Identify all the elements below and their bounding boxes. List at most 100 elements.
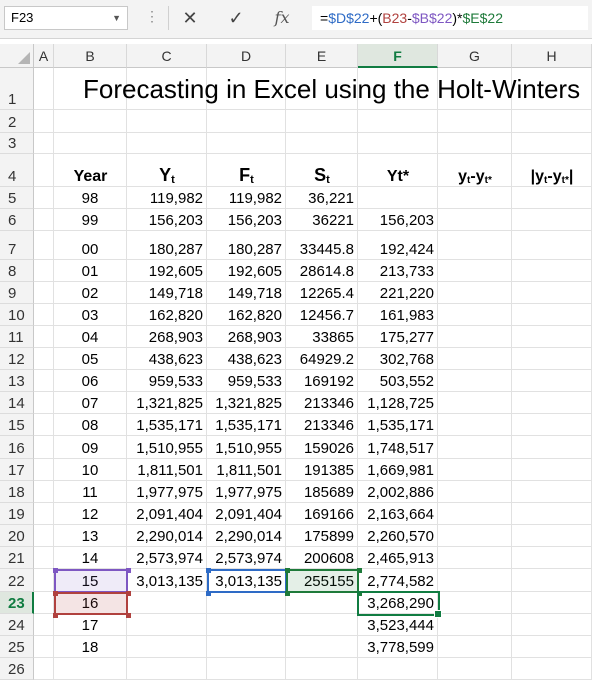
cell-year[interactable]: 05 xyxy=(54,348,127,370)
grid-cell[interactable] xyxy=(512,110,592,133)
grid-cell[interactable] xyxy=(127,133,207,154)
grid-cell[interactable] xyxy=(438,414,512,436)
row-header-8[interactable]: 8 xyxy=(0,260,34,282)
grid-cell[interactable] xyxy=(358,133,438,154)
grid-cell[interactable] xyxy=(286,636,358,658)
grid-cell[interactable] xyxy=(207,133,286,154)
cell-f[interactable]: 1,811,501 xyxy=(207,459,286,481)
grid-cell[interactable] xyxy=(34,260,54,282)
cell-ystar[interactable]: 175,277 xyxy=(358,326,438,348)
cell-s[interactable]: 159026 xyxy=(286,436,358,459)
grid-cell[interactable] xyxy=(512,459,592,481)
grid-cell[interactable] xyxy=(286,658,358,680)
grid-cell[interactable] xyxy=(438,304,512,326)
cell-ystar[interactable]: 156,203 xyxy=(358,209,438,231)
grid-cell[interactable] xyxy=(438,370,512,392)
cell-f[interactable]: 1,977,975 xyxy=(207,481,286,503)
chevron-down-icon[interactable]: ▼ xyxy=(112,7,121,29)
row-header-6[interactable]: 6 xyxy=(0,209,34,231)
cell-y[interactable]: 149,718 xyxy=(127,282,207,304)
row-header-17[interactable]: 17 xyxy=(0,459,34,481)
cell-ystar[interactable]: 3,268,290 xyxy=(358,592,438,614)
grid-cell[interactable] xyxy=(438,525,512,547)
row-header-19[interactable]: 19 xyxy=(0,503,34,525)
grid-cell[interactable] xyxy=(512,392,592,414)
grid-cell[interactable] xyxy=(34,503,54,525)
cell-f[interactable]: 268,903 xyxy=(207,326,286,348)
cell-s[interactable]: 33445.8 xyxy=(286,231,358,260)
cell-ystar[interactable]: 192,424 xyxy=(358,231,438,260)
cell-ystar[interactable]: 2,465,913 xyxy=(358,547,438,569)
cell-year[interactable]: 09 xyxy=(54,436,127,459)
cell-y[interactable]: 2,091,404 xyxy=(127,503,207,525)
grid-cell[interactable] xyxy=(512,326,592,348)
grid-cell[interactable] xyxy=(34,304,54,326)
grid-cell[interactable] xyxy=(438,231,512,260)
cell-s[interactable]: 169166 xyxy=(286,503,358,525)
grid-cell[interactable] xyxy=(34,569,54,592)
cell-f[interactable]: 149,718 xyxy=(207,282,286,304)
grid-cell[interactable] xyxy=(438,503,512,525)
row-header-12[interactable]: 12 xyxy=(0,348,34,370)
grid-cell[interactable] xyxy=(34,614,54,636)
grid-cell[interactable] xyxy=(512,282,592,304)
cell-y[interactable]: 3,013,135 xyxy=(127,569,207,592)
row-header-22[interactable]: 22 xyxy=(0,569,34,592)
cell-ystar[interactable]: 1,748,517 xyxy=(358,436,438,459)
grid-cell[interactable] xyxy=(127,658,207,680)
grid-cell[interactable] xyxy=(34,658,54,680)
column-header-b[interactable]: B xyxy=(54,44,127,68)
cell-year[interactable]: 16 xyxy=(54,592,127,614)
grid-cell[interactable] xyxy=(512,231,592,260)
grid-cell[interactable] xyxy=(512,658,592,680)
grid-cell[interactable] xyxy=(512,436,592,459)
cell-y[interactable]: 1,977,975 xyxy=(127,481,207,503)
grid-cell[interactable] xyxy=(34,68,54,110)
cell-year[interactable]: 14 xyxy=(54,547,127,569)
grid-cell[interactable] xyxy=(34,459,54,481)
cell-s[interactable]: 185689 xyxy=(286,481,358,503)
cell-year[interactable]: 11 xyxy=(54,481,127,503)
cell-year[interactable]: 17 xyxy=(54,614,127,636)
grid-cell[interactable] xyxy=(34,436,54,459)
grid-cell[interactable] xyxy=(512,370,592,392)
row-header-14[interactable]: 14 xyxy=(0,392,34,414)
grid-cell[interactable] xyxy=(34,592,54,614)
cell-ystar[interactable]: 2,002,886 xyxy=(358,481,438,503)
grid-cell[interactable] xyxy=(438,658,512,680)
grid-cell[interactable] xyxy=(34,154,54,187)
row-header-10[interactable]: 10 xyxy=(0,304,34,326)
cell-y[interactable]: 180,287 xyxy=(127,231,207,260)
grid-cell[interactable] xyxy=(512,209,592,231)
cell-f[interactable]: 162,820 xyxy=(207,304,286,326)
cell-ystar[interactable]: 2,260,570 xyxy=(358,525,438,547)
cancel-icon[interactable]: ✕ xyxy=(176,5,204,31)
cell-y[interactable]: 268,903 xyxy=(127,326,207,348)
cell-f[interactable]: 959,533 xyxy=(207,370,286,392)
grid-cell[interactable] xyxy=(358,658,438,680)
cell-ystar[interactable]: 2,774,582 xyxy=(358,569,438,592)
grid-cell[interactable] xyxy=(512,547,592,569)
row-header-11[interactable]: 11 xyxy=(0,326,34,348)
grid-cell[interactable] xyxy=(438,459,512,481)
grid-cell[interactable] xyxy=(438,481,512,503)
cell-f[interactable]: 2,290,014 xyxy=(207,525,286,547)
grid-cell[interactable] xyxy=(512,636,592,658)
cell-f[interactable]: 156,203 xyxy=(207,209,286,231)
row-header-2[interactable]: 2 xyxy=(0,110,34,133)
row-header-26[interactable]: 26 xyxy=(0,658,34,680)
grid-cell[interactable] xyxy=(512,569,592,592)
grid-cell[interactable] xyxy=(512,187,592,209)
cell-ystar[interactable]: 221,220 xyxy=(358,282,438,304)
cell-year[interactable]: 00 xyxy=(54,231,127,260)
grid-cell[interactable] xyxy=(438,614,512,636)
cell-f[interactable]: 1,535,171 xyxy=(207,414,286,436)
grid-cell[interactable] xyxy=(438,133,512,154)
cell-y[interactable]: 2,573,974 xyxy=(127,547,207,569)
grid-cell[interactable] xyxy=(438,592,512,614)
grid-cell[interactable] xyxy=(512,133,592,154)
grid-cell[interactable] xyxy=(512,503,592,525)
grid-cell[interactable] xyxy=(358,110,438,133)
cell-ystar[interactable]: 161,983 xyxy=(358,304,438,326)
column-header-a[interactable]: A xyxy=(34,44,54,68)
